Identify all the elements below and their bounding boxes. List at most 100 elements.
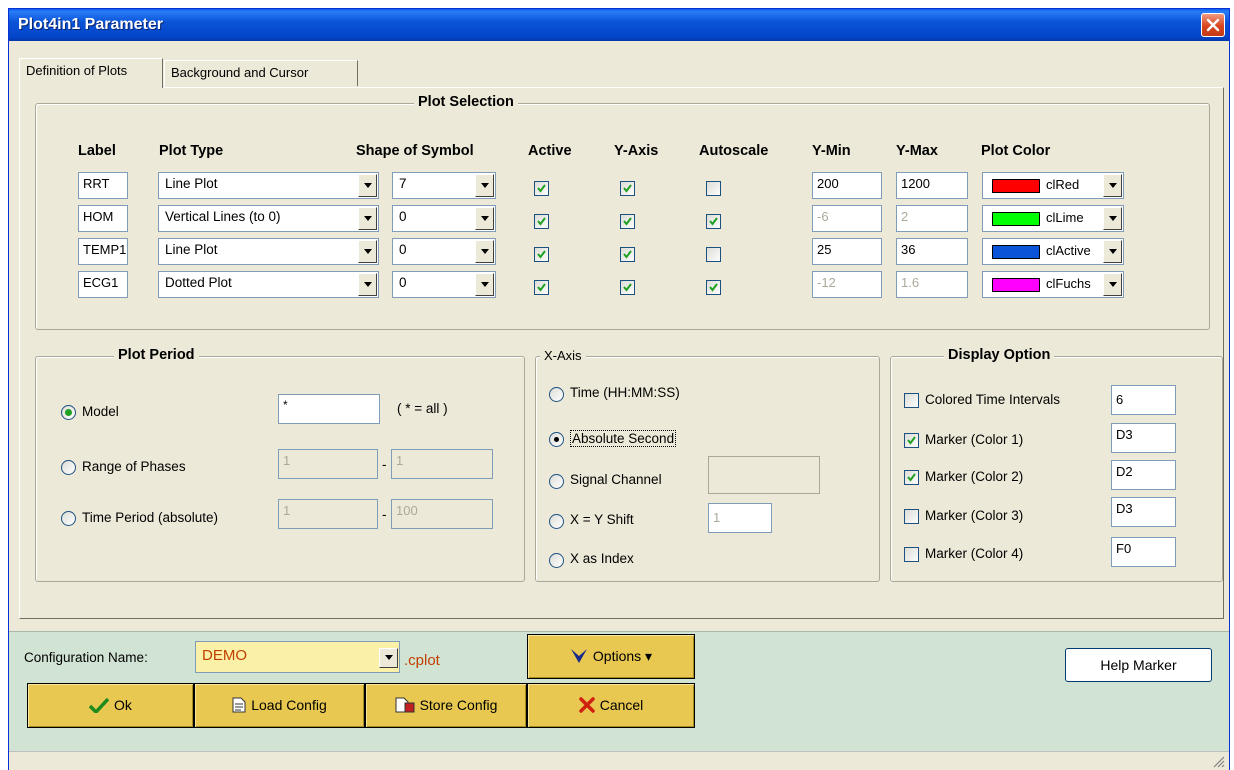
display-option-title: Display Option <box>944 347 1055 363</box>
row-label-field[interactable]: ECG1 <box>78 271 128 298</box>
dropdown-arrow[interactable] <box>475 240 494 263</box>
model-input[interactable]: * <box>278 394 380 424</box>
active-checkbox[interactable] <box>534 247 549 262</box>
help-marker-button[interactable]: Help Marker <box>1065 648 1212 682</box>
tab-definition-of-plots[interactable]: Definition of Plots <box>19 58 163 88</box>
range-to-input[interactable]: 1 <box>391 449 493 479</box>
y-min-field[interactable]: 25 <box>812 238 882 265</box>
range-of-phases-radio[interactable] <box>61 460 76 475</box>
signal-channel-label: Signal Channel <box>570 472 662 487</box>
time-to-input[interactable]: 100 <box>391 499 493 529</box>
load-config-button[interactable]: Load Config <box>194 683 365 728</box>
plot-color-select[interactable]: clFuchs <box>982 271 1124 298</box>
marker-color-3-input[interactable]: D3 <box>1111 497 1176 527</box>
time-period-radio[interactable] <box>61 511 76 526</box>
dropdown-arrow[interactable] <box>475 207 494 230</box>
y-min-field[interactable]: -6 <box>812 205 882 232</box>
colored-time-intervals-checkbox[interactable] <box>904 393 919 408</box>
plot-type-select[interactable]: Line Plot <box>158 238 379 265</box>
autoscale-checkbox[interactable] <box>706 181 721 196</box>
symbol-shape-select[interactable]: 7 <box>392 172 496 199</box>
config-name-select[interactable]: DEMO <box>195 641 400 673</box>
y-axis-checkbox[interactable] <box>620 280 635 295</box>
symbol-shape-select[interactable]: 0 <box>392 205 496 232</box>
plot-color-select[interactable]: clLime <box>982 205 1124 232</box>
dropdown-arrow[interactable] <box>1103 207 1122 230</box>
y-max-field[interactable]: 1200 <box>896 172 968 199</box>
color-swatch <box>992 278 1040 292</box>
options-button[interactable]: Options ▾ <box>527 634 695 679</box>
row-label-field[interactable]: RRT <box>78 172 128 199</box>
absolute-second-radio[interactable] <box>549 432 564 447</box>
active-checkbox[interactable] <box>534 214 549 229</box>
colored-time-intervals-input[interactable]: 6 <box>1111 385 1176 415</box>
chevron-down-icon <box>481 216 489 221</box>
row-label-field[interactable]: TEMP1 <box>78 238 128 265</box>
x-y-shift-input[interactable]: 1 <box>708 503 772 533</box>
y-axis-checkbox[interactable] <box>620 214 635 229</box>
time-from-input[interactable]: 1 <box>278 499 378 529</box>
marker-color-4-checkbox[interactable] <box>904 547 919 562</box>
time-hhmmss-radio[interactable] <box>549 387 564 402</box>
signal-channel-input[interactable] <box>708 456 820 494</box>
y-max-field[interactable]: 2 <box>896 205 968 232</box>
time-hhmmss-label: Time (HH:MM:SS) <box>570 385 680 400</box>
range-from-input[interactable]: 1 <box>278 449 378 479</box>
autoscale-checkbox[interactable] <box>706 280 721 295</box>
plot-type-value: Line Plot <box>165 242 218 257</box>
symbol-shape-select[interactable]: 0 <box>392 271 496 298</box>
dropdown-arrow[interactable] <box>379 648 398 668</box>
x-y-shift-radio[interactable] <box>549 514 564 529</box>
y-axis-checkbox[interactable] <box>620 181 635 196</box>
x-as-index-radio[interactable] <box>549 553 564 568</box>
signal-channel-radio[interactable] <box>549 474 564 489</box>
model-hint: ( * = all ) <box>397 401 448 416</box>
y-min-field[interactable]: 200 <box>812 172 882 199</box>
store-config-button[interactable]: Store Config <box>365 683 527 728</box>
cancel-button[interactable]: Cancel <box>527 683 695 728</box>
dropdown-arrow[interactable] <box>1103 273 1122 296</box>
color-name: clActive <box>1046 243 1091 258</box>
marker-color-4-label: Marker (Color 4) <box>925 546 1024 561</box>
tab-background-and-cursor[interactable]: Background and Cursor <box>164 60 358 86</box>
active-checkbox[interactable] <box>534 181 549 196</box>
y-max-field[interactable]: 1.6 <box>896 271 968 298</box>
model-radio[interactable] <box>61 405 76 420</box>
marker-color-2-input[interactable]: D2 <box>1111 460 1176 490</box>
marker-color-1-checkbox[interactable] <box>904 433 919 448</box>
active-checkbox[interactable] <box>534 280 549 295</box>
marker-color-4-input[interactable]: F0 <box>1111 537 1176 567</box>
dropdown-arrow[interactable] <box>475 273 494 296</box>
dropdown-arrow[interactable] <box>358 207 377 230</box>
dropdown-arrow[interactable] <box>475 174 494 197</box>
display-option-group: Display Option Colored Time Intervals 6 … <box>890 347 1223 582</box>
dropdown-arrow[interactable] <box>358 174 377 197</box>
close-button[interactable] <box>1201 13 1225 37</box>
y-axis-checkbox[interactable] <box>620 247 635 262</box>
title-bar[interactable]: Plot4in1 Parameter <box>9 9 1229 41</box>
marker-color-2-checkbox[interactable] <box>904 470 919 485</box>
dropdown-arrow[interactable] <box>358 273 377 296</box>
check-icon <box>709 283 718 292</box>
plot-type-select[interactable]: Dotted Plot <box>158 271 379 298</box>
plot-type-select[interactable]: Line Plot <box>158 172 379 199</box>
ok-button[interactable]: Ok <box>27 683 194 728</box>
autoscale-checkbox[interactable] <box>706 247 721 262</box>
dropdown-arrow[interactable] <box>1103 174 1122 197</box>
autoscale-checkbox[interactable] <box>706 214 721 229</box>
marker-color-1-input[interactable]: D3 <box>1111 423 1176 453</box>
symbol-shape-select[interactable]: 0 <box>392 238 496 265</box>
marker-color-3-checkbox[interactable] <box>904 509 919 524</box>
dropdown-arrow[interactable] <box>1103 240 1122 263</box>
plot-color-select[interactable]: clRed <box>982 172 1124 199</box>
y-min-field[interactable]: -12 <box>812 271 882 298</box>
row-label-field[interactable]: HOM <box>78 205 128 232</box>
resize-grip-icon[interactable] <box>1213 756 1225 768</box>
plot-period-title: Plot Period <box>114 347 199 363</box>
range-of-phases-label: Range of Phases <box>82 459 186 474</box>
plot-color-select[interactable]: clActive <box>982 238 1124 265</box>
dropdown-arrow[interactable] <box>358 240 377 263</box>
y-max-field[interactable]: 36 <box>896 238 968 265</box>
plot-type-select[interactable]: Vertical Lines (to 0) <box>158 205 379 232</box>
time-period-label: Time Period (absolute) <box>82 510 219 525</box>
